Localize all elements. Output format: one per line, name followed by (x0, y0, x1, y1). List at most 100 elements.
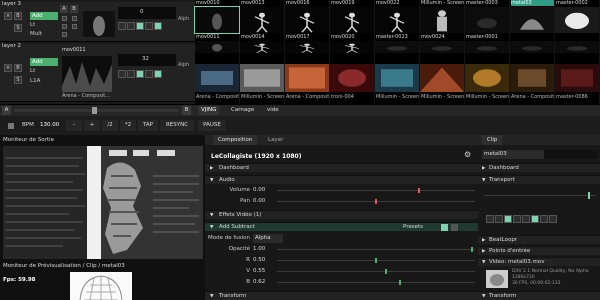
clip-thumbnail[interactable] (195, 41, 239, 53)
alpha-label[interactable]: Alph (178, 62, 189, 68)
clip-cell[interactable]: Millumin - Screen (465, 56, 509, 104)
clip-thumbnail[interactable] (420, 7, 464, 33)
clip-thumbnail[interactable] (465, 64, 509, 92)
param-slider[interactable] (277, 269, 475, 274)
clip-section-cue-points[interactable]: ▶ Points d'entrée (478, 246, 600, 255)
clip-section-transport[interactable]: ▼ Transport (478, 175, 600, 184)
crossfader-a[interactable]: A (2, 106, 11, 115)
clip-cell[interactable]: Millumin - Screen (375, 56, 419, 104)
clip-thumbnail[interactable] (510, 64, 554, 92)
section-audio[interactable]: ▼ Audio (205, 175, 478, 184)
bpm-double-button[interactable]: *2 (120, 120, 136, 131)
solo-layer-button[interactable]: S (14, 24, 22, 32)
clip-thumbnail[interactable] (285, 41, 329, 53)
loop-icon[interactable] (154, 70, 162, 78)
layer-toggle[interactable] (72, 16, 77, 21)
clip-section-dashboard[interactable]: ▶ Dashboard (478, 163, 600, 172)
clip-thumbnail[interactable] (285, 64, 329, 92)
section-add-subtract[interactable]: ▼ Add Subtract Presets (205, 222, 478, 231)
crossfader-b[interactable]: B (182, 106, 191, 115)
bpm-plus-button[interactable]: + (84, 120, 100, 131)
bpm-half-button[interactable]: /2 (102, 120, 118, 131)
ab-b-button[interactable]: B (70, 5, 78, 13)
clip-section-beatloopr[interactable]: ▶ BeatLoopr (478, 235, 600, 244)
presets-button[interactable]: Presets (403, 223, 423, 232)
clip-thumbnail[interactable] (330, 41, 374, 53)
clip-thumbnail[interactable] (420, 41, 464, 53)
deck-tab-vjing[interactable]: VJING (198, 106, 220, 115)
clip-name-field[interactable]: metal03 (482, 150, 546, 159)
next-icon[interactable] (145, 70, 153, 78)
clip-thumbnail[interactable] (240, 41, 284, 53)
param-slider[interactable] (277, 199, 475, 204)
section-transform[interactable]: ▼ Transform (205, 291, 478, 300)
stop-icon[interactable] (127, 70, 135, 78)
bypass-layer-button[interactable]: B (14, 12, 22, 20)
param-value[interactable]: 0.00 (253, 197, 265, 206)
layer-toggle[interactable] (62, 16, 67, 21)
bpm-value[interactable]: 130.00 (40, 120, 59, 131)
clip-cell[interactable]: Arena - Composit... (195, 56, 239, 104)
param-value[interactable]: 1.00 (253, 245, 265, 254)
effect-remove-icon[interactable] (451, 224, 458, 231)
param-slider[interactable] (277, 280, 475, 285)
layer-toggle[interactable] (62, 32, 67, 37)
layer-counter[interactable]: 32 (118, 54, 176, 66)
gear-icon[interactable]: ⚙ (464, 150, 471, 159)
clip-cell[interactable]: master-0086 (555, 56, 599, 104)
play-icon[interactable] (504, 215, 512, 223)
clip-thumbnail[interactable] (555, 7, 599, 33)
clip-thumbnail[interactable] (510, 41, 554, 53)
playhead[interactable] (588, 192, 590, 199)
layer-clip-thumbnail[interactable] (62, 56, 112, 92)
clip-thumbnail[interactable] (240, 7, 284, 33)
bpm-minus-button[interactable]: - (66, 120, 82, 131)
tab-clip[interactable]: Clip (482, 135, 503, 145)
param-slider[interactable] (277, 247, 475, 252)
alpha-label[interactable]: Alph (178, 16, 189, 22)
blend-option-2[interactable]: Mult (30, 31, 42, 37)
crossfader-track[interactable] (14, 107, 179, 114)
blend-option-1[interactable]: Lt (30, 22, 35, 28)
clip-thumbnail[interactable] (555, 41, 599, 53)
ab-a-button[interactable]: A (60, 5, 68, 13)
param-value[interactable]: 0.00 (253, 186, 265, 195)
deck-tab-carnage[interactable]: Carnage (228, 106, 257, 115)
blend-option-1[interactable]: Lt (30, 68, 35, 74)
param-value[interactable]: 0.62 (253, 278, 265, 287)
stop-icon[interactable] (127, 22, 135, 30)
param-value[interactable]: 0.50 (253, 256, 265, 265)
layer-row-3[interactable]: layer 3 × B S Add Lt Mult A B 0 Alph (0, 1, 195, 42)
reverse-icon[interactable] (522, 215, 530, 223)
section-effects[interactable]: ▼ Effets Vidéo (1) (205, 210, 478, 219)
clip-thumbnail[interactable] (375, 7, 419, 33)
slider-handle[interactable] (398, 280, 401, 285)
prev-icon[interactable] (486, 215, 494, 223)
clip-thumbnail[interactable] (510, 7, 554, 33)
metronome-icon[interactable] (8, 123, 14, 129)
clip-timeline[interactable] (484, 192, 596, 199)
slider-handle[interactable] (418, 188, 421, 193)
param-value[interactable]: 0.55 (253, 267, 265, 276)
clip-thumbnail[interactable] (194, 6, 240, 34)
next-icon[interactable] (145, 22, 153, 30)
pause-button[interactable]: PAUSE (198, 120, 226, 131)
play-icon[interactable] (136, 70, 144, 78)
tab-composition[interactable]: Composition (213, 135, 258, 145)
random-icon[interactable] (549, 215, 557, 223)
prev-icon[interactable] (118, 22, 126, 30)
prev-icon[interactable] (118, 70, 126, 78)
clip-thumbnail[interactable] (285, 7, 329, 33)
blend-mode-select[interactable]: Alpha (253, 234, 283, 243)
close-layer-icon[interactable]: × (4, 64, 12, 72)
layer-thumbnail[interactable] (81, 9, 117, 39)
play-icon[interactable] (136, 22, 144, 30)
tap-button[interactable]: TAP (138, 120, 158, 131)
clip-thumbnail[interactable] (420, 64, 464, 92)
blend-mode-select[interactable]: Add (30, 58, 58, 66)
slider-handle[interactable] (375, 199, 377, 204)
stop-icon[interactable] (495, 215, 503, 223)
clip-thumbnail[interactable] (240, 64, 284, 92)
solo-layer-button[interactable]: S (14, 76, 22, 84)
loop-icon[interactable] (154, 22, 162, 30)
